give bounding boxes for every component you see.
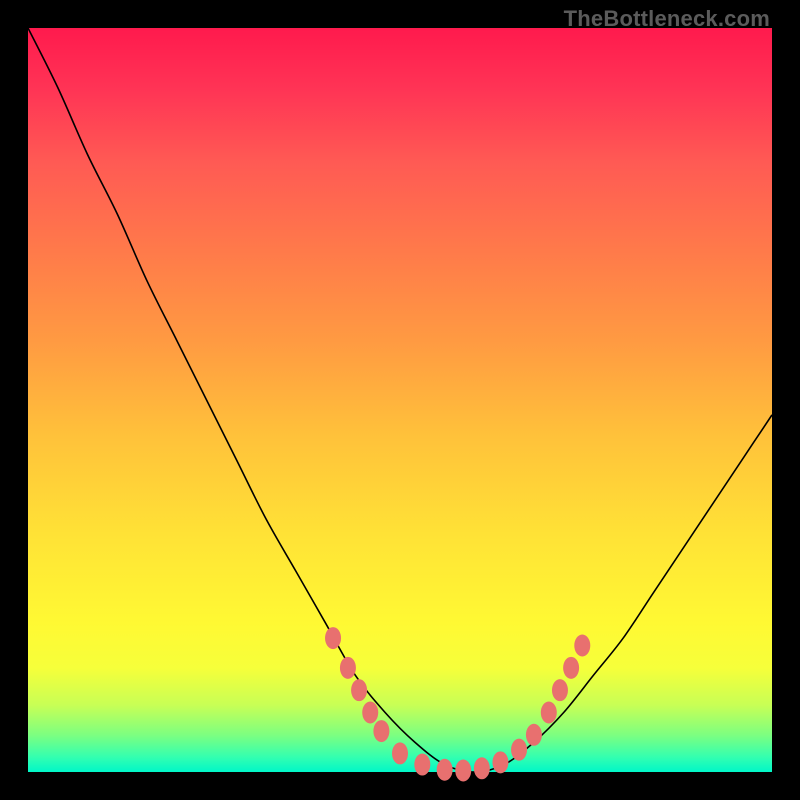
curve-svg	[28, 28, 772, 772]
highlight-dot	[511, 739, 527, 761]
highlight-dot	[414, 754, 430, 776]
highlight-dot	[526, 724, 542, 746]
plot-area	[28, 28, 772, 772]
highlight-dot	[392, 742, 408, 764]
highlight-dot	[373, 720, 389, 742]
highlight-dot	[455, 760, 471, 782]
highlight-dot	[552, 679, 568, 701]
highlight-dot	[362, 701, 378, 723]
highlight-dot	[563, 657, 579, 679]
highlight-dots	[325, 627, 590, 781]
highlight-dot	[437, 759, 453, 781]
highlight-dot	[574, 635, 590, 657]
highlight-dot	[492, 751, 508, 773]
highlight-dot	[325, 627, 341, 649]
highlight-dot	[340, 657, 356, 679]
highlight-dot	[351, 679, 367, 701]
highlight-dot	[474, 757, 490, 779]
chart-frame: TheBottleneck.com	[0, 0, 800, 800]
bottleneck-curve	[28, 28, 772, 772]
highlight-dot	[541, 701, 557, 723]
